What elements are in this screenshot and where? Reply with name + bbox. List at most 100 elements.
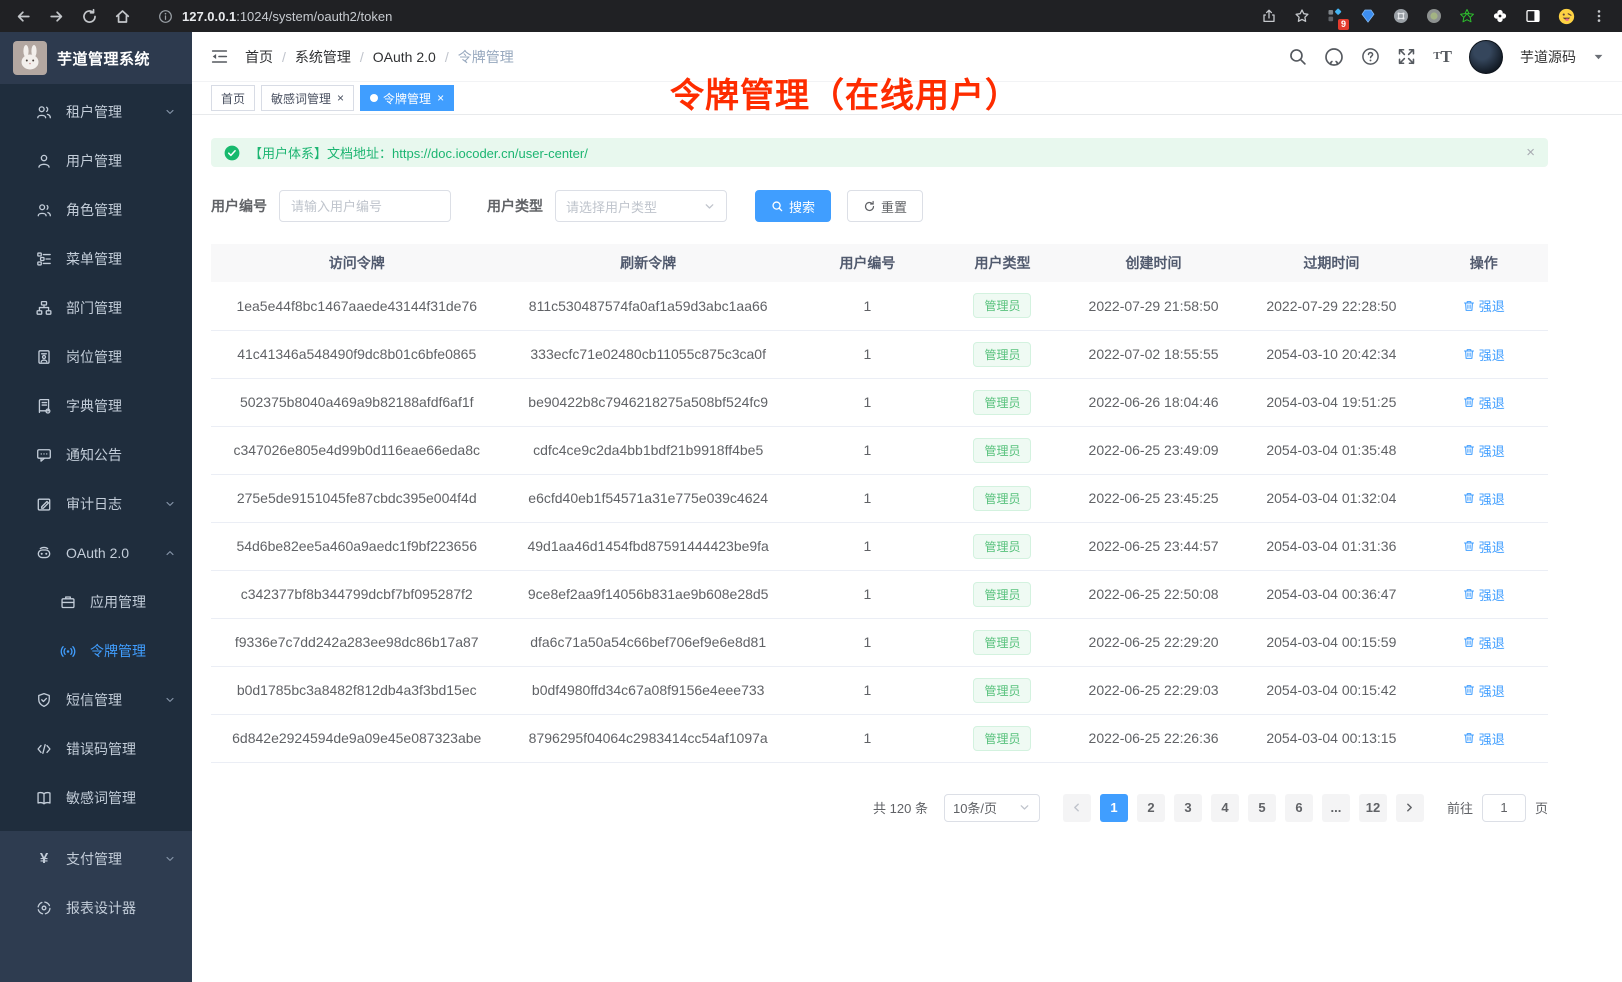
page-button[interactable]: 12	[1359, 794, 1387, 822]
force-logout-label: 强退	[1479, 441, 1505, 460]
cell-refresh-token: 49d1aa46d1454fbd87591444423be9fa	[502, 522, 793, 570]
sidebar-item[interactable]: 岗位管理	[0, 332, 192, 381]
share-icon[interactable]	[1260, 7, 1278, 25]
force-logout-button[interactable]: 强退	[1463, 681, 1505, 700]
browser-toolbar-right: 9	[1260, 7, 1608, 25]
help-icon[interactable]	[1361, 47, 1380, 66]
search-icon[interactable]	[1288, 47, 1307, 66]
sidebar-item[interactable]: 通知公告	[0, 430, 192, 479]
force-logout-button[interactable]: 强退	[1463, 296, 1505, 315]
font-size-icon[interactable]: TT	[1433, 48, 1452, 65]
page-size-select[interactable]: 10条/页	[944, 794, 1040, 822]
force-logout-button[interactable]: 强退	[1463, 393, 1505, 412]
tab-item[interactable]: 首页	[211, 85, 255, 111]
side-panel-icon[interactable]	[1524, 7, 1542, 25]
prev-page-button[interactable]	[1063, 794, 1091, 822]
logo[interactable]: 芋道管理系统	[0, 32, 192, 84]
sidebar-item[interactable]: 敏感词管理	[0, 773, 192, 822]
page-button[interactable]: 3	[1174, 794, 1202, 822]
reload-icon[interactable]	[80, 7, 98, 25]
site-info-icon[interactable]	[156, 7, 174, 25]
force-logout-button[interactable]: 强退	[1463, 729, 1505, 748]
bookmark-star-icon[interactable]	[1293, 7, 1311, 25]
gem-icon[interactable]	[1359, 7, 1377, 25]
tab-item[interactable]: 敏感词管理×	[261, 85, 354, 111]
home-icon[interactable]	[113, 7, 131, 25]
sidebar-item-label: 审计日志	[66, 494, 122, 514]
tab-close-icon[interactable]: ×	[337, 92, 344, 104]
pagination: 共 120 条 10条/页 123456...12 前往 页	[211, 794, 1548, 822]
sidebar-item-label: 错误码管理	[66, 739, 136, 759]
close-icon[interactable]: ×	[1526, 144, 1535, 161]
sidebar-item[interactable]: 错误码管理	[0, 724, 192, 773]
extensions-icon[interactable]: 9	[1326, 7, 1344, 25]
cell-actions: 强退	[1420, 282, 1548, 330]
sidebar-item[interactable]: 角色管理	[0, 185, 192, 234]
cell-access-token: 54d6be82ee5a460a9aedc1f9bf223656	[211, 522, 502, 570]
sidebar-item[interactable]: 应用管理	[0, 577, 192, 626]
search-button[interactable]: 搜索	[755, 190, 831, 222]
user-type-select[interactable]: 请选择用户类型	[555, 190, 727, 222]
sidebar-item[interactable]: 令牌管理	[0, 626, 192, 675]
github-icon[interactable]	[1324, 47, 1344, 67]
breadcrumb-item[interactable]: OAuth 2.0	[373, 49, 436, 65]
tab-close-icon[interactable]: ×	[437, 92, 444, 104]
next-page-button[interactable]	[1396, 794, 1424, 822]
reset-button[interactable]: 重置	[847, 190, 923, 222]
back-icon[interactable]	[14, 7, 32, 25]
sidebar-item[interactable]: 短信管理	[0, 675, 192, 724]
force-logout-button[interactable]: 强退	[1463, 537, 1505, 556]
user-name[interactable]: 芋道源码	[1520, 47, 1576, 67]
breadcrumb-item: 令牌管理	[458, 47, 514, 67]
breadcrumb-separator: /	[282, 49, 286, 65]
sidebar-item-label: 租户管理	[66, 102, 122, 122]
sidebar-item[interactable]: 菜单管理	[0, 234, 192, 283]
address-bar[interactable]: 127.0.0.1:1024/system/oauth2/token	[156, 7, 1245, 25]
cell-access-token: c347026e805e4d99b0d116eae66eda8c	[211, 426, 502, 474]
green-star-icon[interactable]	[1458, 7, 1476, 25]
forward-icon[interactable]	[47, 7, 65, 25]
alert-link[interactable]: https://doc.iocoder.cn/user-center/	[392, 146, 588, 161]
sidebar-item[interactable]: 字典管理	[0, 381, 192, 430]
force-logout-button[interactable]: 强退	[1463, 441, 1505, 460]
pinwheel-icon[interactable]	[1491, 7, 1509, 25]
cell-actions: 强退	[1420, 330, 1548, 378]
url-host: 127.0.0.1	[182, 9, 236, 24]
sidebar-item[interactable]: 审计日志	[0, 479, 192, 528]
cell-user-id: 1	[794, 666, 941, 714]
goto-page-input[interactable]	[1482, 794, 1526, 822]
page-button[interactable]: 5	[1248, 794, 1276, 822]
page-button[interactable]: 6	[1285, 794, 1313, 822]
sidebar-item-label: 短信管理	[66, 690, 122, 710]
record-circle-icon[interactable]	[1425, 7, 1443, 25]
user-id-input[interactable]	[279, 190, 451, 222]
emoji-avatar-icon[interactable]	[1557, 7, 1575, 25]
avatar[interactable]	[1469, 40, 1503, 74]
force-logout-label: 强退	[1479, 585, 1505, 604]
cell-user-id: 1	[794, 426, 941, 474]
force-logout-button[interactable]: 强退	[1463, 345, 1505, 364]
force-logout-button[interactable]: 强退	[1463, 489, 1505, 508]
more-pages-button[interactable]: ...	[1322, 794, 1350, 822]
sidebar-item[interactable]: 部门管理	[0, 283, 192, 332]
command-circle-icon[interactable]	[1392, 7, 1410, 25]
page-button[interactable]: 1	[1100, 794, 1128, 822]
page-button[interactable]: 4	[1211, 794, 1239, 822]
sidebar-item[interactable]: OAuth 2.0	[0, 528, 192, 577]
sidebar-item[interactable]: 租户管理	[0, 87, 192, 136]
page-button[interactable]: 2	[1137, 794, 1165, 822]
sidebar-collapse-icon[interactable]	[210, 47, 229, 66]
tab-active[interactable]: 令牌管理×	[360, 85, 454, 111]
sidebar-item[interactable]: ¥支付管理	[0, 834, 192, 883]
sidebar-item[interactable]: 用户管理	[0, 136, 192, 185]
filter-form: 用户编号 用户类型 请选择用户类型 搜索 重置	[211, 190, 1548, 222]
breadcrumb-item[interactable]: 首页	[245, 47, 273, 67]
force-logout-button[interactable]: 强退	[1463, 633, 1505, 652]
force-logout-button[interactable]: 强退	[1463, 585, 1505, 604]
chevron-down-icon[interactable]	[1593, 51, 1604, 62]
user-type-badge: 管理员	[973, 678, 1031, 703]
fullscreen-icon[interactable]	[1397, 47, 1416, 66]
sidebar-item[interactable]: 报表设计器	[0, 883, 192, 932]
breadcrumb-item[interactable]: 系统管理	[295, 47, 351, 67]
kebab-menu-icon[interactable]	[1590, 7, 1608, 25]
